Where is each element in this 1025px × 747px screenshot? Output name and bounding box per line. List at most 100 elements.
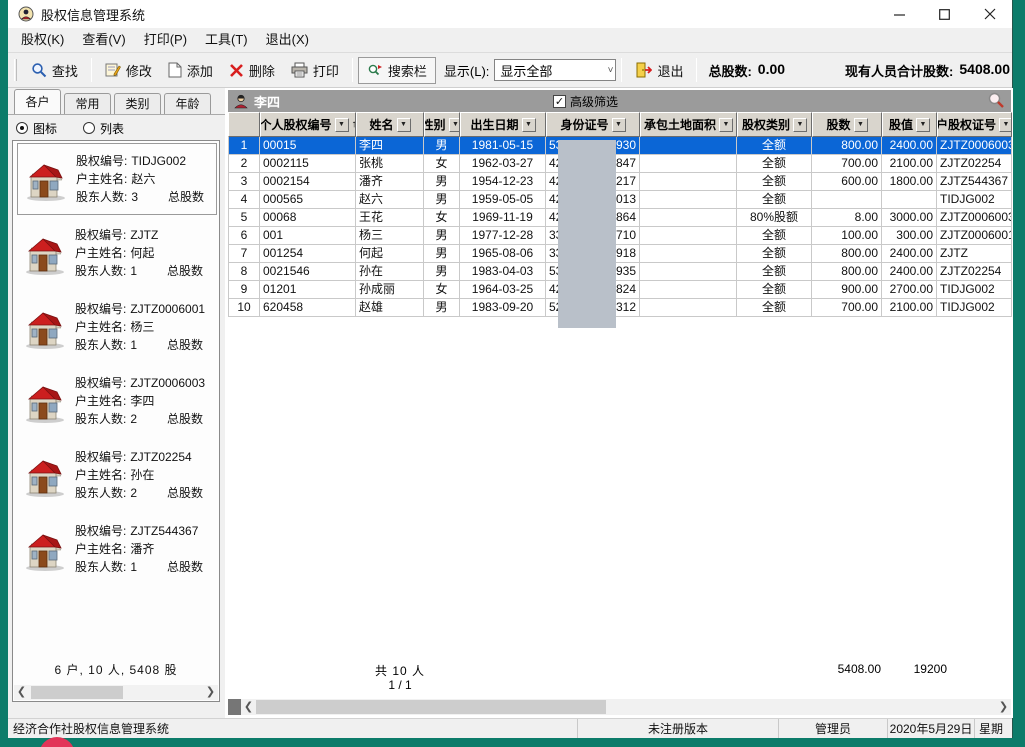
- minimize-button[interactable]: [877, 0, 922, 28]
- household-item[interactable]: 股权编号:TIDJG002 户主姓名:赵六 股东人数:3总股数: [17, 143, 217, 215]
- cell-sex: 女: [424, 155, 460, 173]
- cell-rownum: 2: [228, 155, 260, 173]
- filter-arrow-icon[interactable]: ▼: [793, 118, 807, 132]
- household-item[interactable]: 股权编号:ZJTZ0006003 户主姓名:李四 股东人数:2总股数: [17, 365, 217, 437]
- col-id-number[interactable]: 身份证号▼: [546, 112, 640, 137]
- table-row[interactable]: 3 0002154 潘齐 男 1954-12-23 4211253217 全额 …: [228, 173, 1012, 191]
- cell-cert-number: ZJTZ0006003: [937, 209, 1012, 227]
- tab-common[interactable]: 常用: [64, 93, 111, 114]
- table-row[interactable]: 9 01201 孙成丽 女 1964-03-25 4211252824 全额 9…: [228, 281, 1012, 299]
- table-row[interactable]: 10 620458 赵雄 男 1983-09-20 5223201312 全额 …: [228, 299, 1012, 317]
- cell-birth: 1981-05-15: [460, 137, 546, 155]
- house-icon: [21, 304, 67, 350]
- display-value: 显示全部: [500, 61, 552, 80]
- table-row[interactable]: 8 0021546 孙在 男 1983-04-03 5303251935 全额 …: [228, 263, 1012, 281]
- cell-share-value: 1800.00: [882, 173, 937, 191]
- radio-icon-view[interactable]: 图标: [16, 120, 57, 137]
- filter-arrow-icon[interactable]: ▼: [854, 118, 868, 132]
- household-info: 股权编号:TIDJG002 户主姓名:赵六 股东人数:3总股数: [76, 152, 214, 206]
- total-label-clipped: 总股数: [167, 336, 203, 354]
- cell-birth: 1969-11-19: [460, 209, 546, 227]
- cell-shares: 800.00: [812, 137, 882, 155]
- filter-arrow-icon[interactable]: ▼: [522, 118, 536, 132]
- count-label: 股东人数:: [75, 262, 126, 280]
- radio-icon-label: 图标: [33, 120, 57, 137]
- filter-arrow-icon[interactable]: ▼: [999, 118, 1012, 132]
- display-select[interactable]: 显示全部 ˅: [494, 59, 616, 81]
- table-row[interactable]: 6 001 杨三 男 1977-12-28 3326054710 全额 100.…: [228, 227, 1012, 245]
- search-bar-toggle[interactable]: 搜索栏: [358, 57, 436, 84]
- magnifier-icon[interactable]: [987, 91, 1005, 109]
- scrollbar-thumb[interactable]: [256, 700, 606, 714]
- filter-arrow-icon[interactable]: ▼: [397, 118, 411, 132]
- cell-sex: 男: [424, 191, 460, 209]
- delete-button[interactable]: 删除: [221, 58, 283, 83]
- person-icon: [234, 94, 248, 109]
- col-cert-number[interactable]: 户股权证号▼: [937, 112, 1012, 137]
- col-share-value[interactable]: 股值▼: [882, 112, 937, 137]
- table-horizontal-scrollbar[interactable]: ❮ ❯: [228, 699, 1011, 715]
- toolbar: 查找 修改 添加 删除 打印 搜索栏: [8, 52, 1012, 88]
- cell-code: 000565: [260, 191, 356, 209]
- count-label: 股东人数:: [75, 484, 126, 502]
- table-row[interactable]: 7 001254 何起 男 1965-08-06 3326252918 全额 8…: [228, 245, 1012, 263]
- cell-code: 00068: [260, 209, 356, 227]
- menu-tools[interactable]: 工具(T): [196, 28, 257, 52]
- scroll-left-icon[interactable]: ❮: [14, 685, 29, 700]
- menu-equity[interactable]: 股权(K): [12, 28, 73, 52]
- add-button[interactable]: 添加: [160, 58, 221, 83]
- filter-arrow-icon[interactable]: ▼: [335, 118, 349, 132]
- cell-birth: 1954-12-23: [460, 173, 546, 191]
- household-item[interactable]: 股权编号:ZJTZ 户主姓名:何起 股东人数:1总股数: [17, 217, 217, 289]
- radio-list-view[interactable]: 列表: [83, 120, 124, 137]
- tab-age[interactable]: 年龄: [164, 93, 211, 114]
- col-sex[interactable]: 性别▼: [424, 112, 460, 137]
- col-share-type[interactable]: 股权类别▼: [737, 112, 812, 137]
- cell-name: 张桃: [356, 155, 424, 173]
- menu-print[interactable]: 打印(P): [135, 28, 196, 52]
- filter-arrow-icon[interactable]: ▼: [449, 118, 460, 132]
- filter-arrow-icon[interactable]: ▼: [612, 118, 626, 132]
- toolbar-grip: [14, 59, 17, 81]
- menu-view[interactable]: 查看(V): [73, 28, 134, 52]
- scrollbar-thumb[interactable]: [31, 686, 123, 699]
- col-personal-code[interactable]: 个人股权编号▼↑: [260, 112, 356, 137]
- filter-arrow-icon[interactable]: ▼: [719, 118, 733, 132]
- scroll-left-icon[interactable]: ❮: [241, 700, 256, 715]
- scroll-right-icon[interactable]: ❯: [996, 700, 1011, 715]
- cell-land-area: [640, 155, 737, 173]
- household-item[interactable]: 股权编号:ZJTZ0006001 户主姓名:杨三 股东人数:1总股数: [17, 291, 217, 363]
- cell-cert-number: TIDJG002: [937, 281, 1012, 299]
- advanced-filter-toggle[interactable]: ✓ 高级筛选: [553, 93, 618, 110]
- tab-households[interactable]: 各户: [14, 89, 61, 114]
- find-button[interactable]: 查找: [23, 58, 86, 83]
- close-button[interactable]: [967, 0, 1012, 28]
- col-birth[interactable]: 出生日期▼: [460, 112, 546, 137]
- table-body: 1 00015 李四 男 1981-05-15 5322241930 全额 80…: [228, 137, 1012, 317]
- col-land-area[interactable]: 承包土地面积▼: [640, 112, 737, 137]
- sidebar-horizontal-scrollbar[interactable]: ❮ ❯: [14, 685, 218, 700]
- cell-shares: [812, 191, 882, 209]
- household-count: 1: [130, 262, 137, 280]
- table-row[interactable]: 2 0002115 张桃 女 1962-03-27 4211272847 全额 …: [228, 155, 1012, 173]
- col-name[interactable]: 姓名▼: [356, 112, 424, 137]
- table-row[interactable]: 5 00068 王花 女 1969-11-19 4211292864 80%股额…: [228, 209, 1012, 227]
- menu-exit[interactable]: 退出(X): [257, 28, 318, 52]
- col-shares[interactable]: 股数▼: [812, 112, 882, 137]
- maximize-button[interactable]: [922, 0, 967, 28]
- print-button[interactable]: 打印: [283, 58, 347, 83]
- exit-button[interactable]: 退出: [627, 58, 691, 83]
- filter-arrow-icon[interactable]: ▼: [916, 118, 930, 132]
- status-app-name: 经济合作社股权信息管理系统: [8, 719, 577, 738]
- household-item[interactable]: 股权编号:ZJTZ544367 户主姓名:潘齐 股东人数:1总股数: [17, 513, 217, 585]
- scroll-right-icon[interactable]: ❯: [203, 685, 218, 700]
- cell-birth: 1964-03-25: [460, 281, 546, 299]
- household-count: 3: [131, 188, 138, 206]
- table-row[interactable]: 4 000565 赵六 男 1959-05-05 4211250013 全额 T…: [228, 191, 1012, 209]
- record-header-bar: 李四 ✓ 高级筛选: [228, 90, 1011, 112]
- table-row[interactable]: 1 00015 李四 男 1981-05-15 5322241930 全额 80…: [228, 137, 1012, 155]
- tab-category[interactable]: 类别: [114, 93, 161, 114]
- cell-shares: 700.00: [812, 155, 882, 173]
- modify-button[interactable]: 修改: [97, 58, 160, 83]
- household-item[interactable]: 股权编号:ZJTZ02254 户主姓名:孙在 股东人数:2总股数: [17, 439, 217, 511]
